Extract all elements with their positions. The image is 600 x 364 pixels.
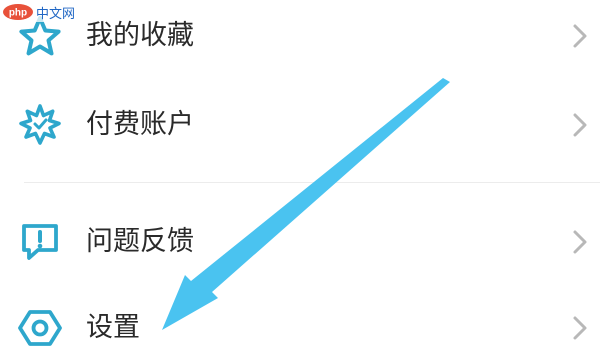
feedback-exclamation-icon xyxy=(22,224,58,260)
chevron-right-icon xyxy=(573,24,587,48)
gear-hexagon-icon xyxy=(18,310,62,346)
menu-list: 我的收藏 付费账户 问题反馈 设置 xyxy=(0,0,600,364)
menu-item-paid-account[interactable]: 付费账户 xyxy=(0,89,600,161)
menu-item-favorites[interactable]: 我的收藏 xyxy=(0,0,600,72)
chevron-right-icon xyxy=(573,316,587,340)
chevron-right-icon xyxy=(573,230,587,254)
badge-burst-icon xyxy=(19,104,61,145)
menu-item-label: 问题反馈 xyxy=(86,226,194,257)
menu-item-feedback[interactable]: 问题反馈 xyxy=(0,206,600,278)
logo-text: php xyxy=(9,8,27,19)
menu-item-label: 设置 xyxy=(86,312,140,343)
menu-item-label: 付费账户 xyxy=(86,109,194,140)
php-logo: php xyxy=(3,4,33,20)
chevron-right-icon xyxy=(573,113,587,137)
menu-item-settings[interactable]: 设置 xyxy=(0,292,600,364)
menu-item-label: 我的收藏 xyxy=(86,20,194,51)
site-watermark: php 中文网 xyxy=(2,2,79,22)
divider xyxy=(24,182,600,183)
watermark-text: 中文网 xyxy=(36,6,76,22)
